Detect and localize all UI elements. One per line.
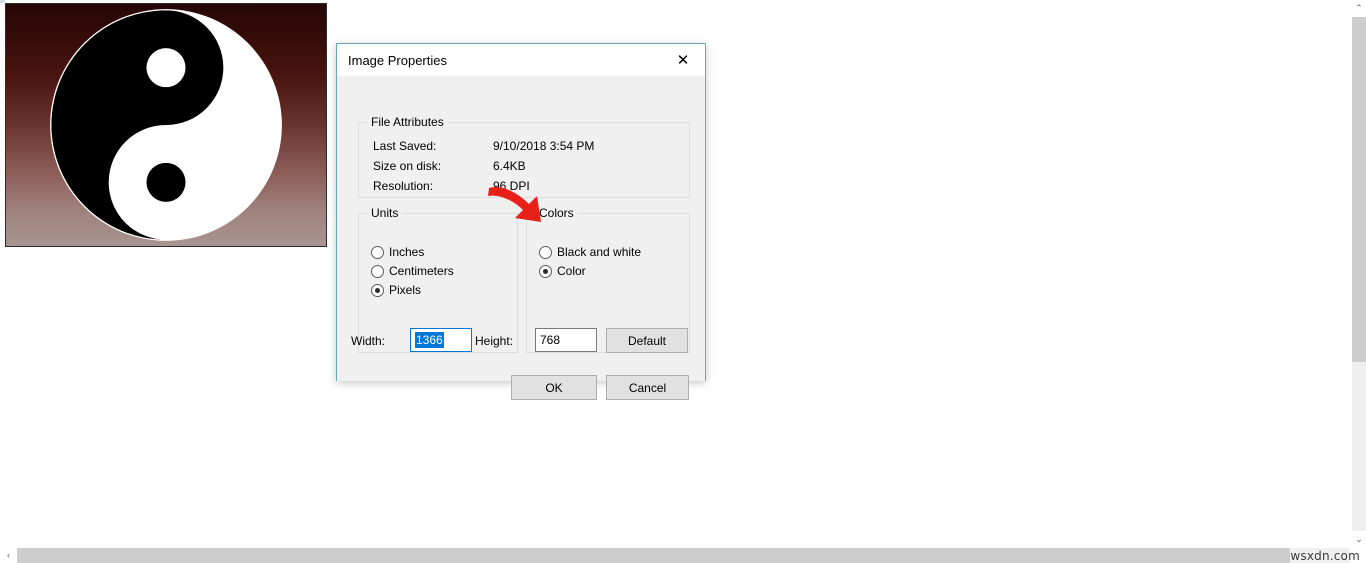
scroll-up-icon[interactable]: ⌃ [1351,0,1366,17]
height-input-value: 768 [540,333,561,347]
resolution-value: 96 DPI [493,179,530,193]
height-input[interactable]: 768 [535,328,597,352]
file-attributes-legend: File Attributes [367,115,448,129]
last-saved-value: 9/10/2018 3:54 PM [493,139,595,153]
radio-colors-black-and-white[interactable]: Black and white [539,245,641,259]
horizontal-scrollbar[interactable]: ‹ [0,547,1350,563]
file-attributes-group: File Attributes Last Saved: 9/10/2018 3:… [358,115,690,198]
default-button[interactable]: Default [606,328,688,353]
radio-units-inches[interactable]: Inches [371,245,424,259]
radio-units-pixels[interactable]: Pixels [371,283,421,297]
dialog-body: File Attributes Last Saved: 9/10/2018 3:… [337,76,705,400]
image-canvas[interactable] [5,3,327,247]
radio-circle-icon [539,245,552,259]
yin-yang-symbol-icon [50,9,282,241]
radio-units-centimeters-label: Centimeters [389,264,454,278]
size-on-disk-value: 6.4KB [493,159,526,173]
radio-colors-black-and-white-label: Black and white [557,245,642,259]
radio-circle-icon [371,245,384,259]
vertical-scrollbar-thumb[interactable] [1352,17,1366,362]
radio-colors-color-label: Color [557,264,586,278]
width-label: Width: [351,334,386,348]
paint-application-window: ⌃ ⌄ ‹ wsxdn.com Image Properties ✕ File … [0,0,1366,563]
image-properties-dialog: Image Properties ✕ File Attributes Last … [336,43,706,400]
radio-units-inches-label: Inches [389,245,425,259]
cancel-button[interactable]: Cancel [606,375,689,400]
dialog-title: Image Properties [348,52,447,68]
watermark-text: wsxdn.com [1290,549,1360,563]
ok-button[interactable]: OK [511,375,597,400]
horizontal-scrollbar-thumb[interactable] [17,548,1290,563]
radio-colors-color[interactable]: Color [539,264,586,278]
height-label: Height: [475,334,514,348]
vertical-scrollbar[interactable]: ⌃ ⌄ [1350,0,1366,548]
dialog-titlebar[interactable]: Image Properties ✕ [337,44,705,76]
size-on-disk-label: Size on disk: [373,159,442,173]
radio-circle-filled-icon [371,283,384,297]
last-saved-label: Last Saved: [373,139,437,153]
units-legend: Units [367,206,403,220]
close-icon[interactable]: ✕ [661,44,705,75]
resolution-label: Resolution: [373,179,434,193]
radio-circle-filled-icon [539,264,552,278]
scroll-down-icon[interactable]: ⌄ [1351,531,1366,548]
radio-circle-icon [371,264,384,278]
colors-legend: Colors [535,206,578,220]
radio-units-centimeters[interactable]: Centimeters [371,264,454,278]
radio-units-pixels-label: Pixels [389,283,422,297]
scroll-left-icon[interactable]: ‹ [0,547,17,563]
width-input[interactable]: 1366 [410,328,472,352]
width-input-value: 1366 [415,332,444,348]
